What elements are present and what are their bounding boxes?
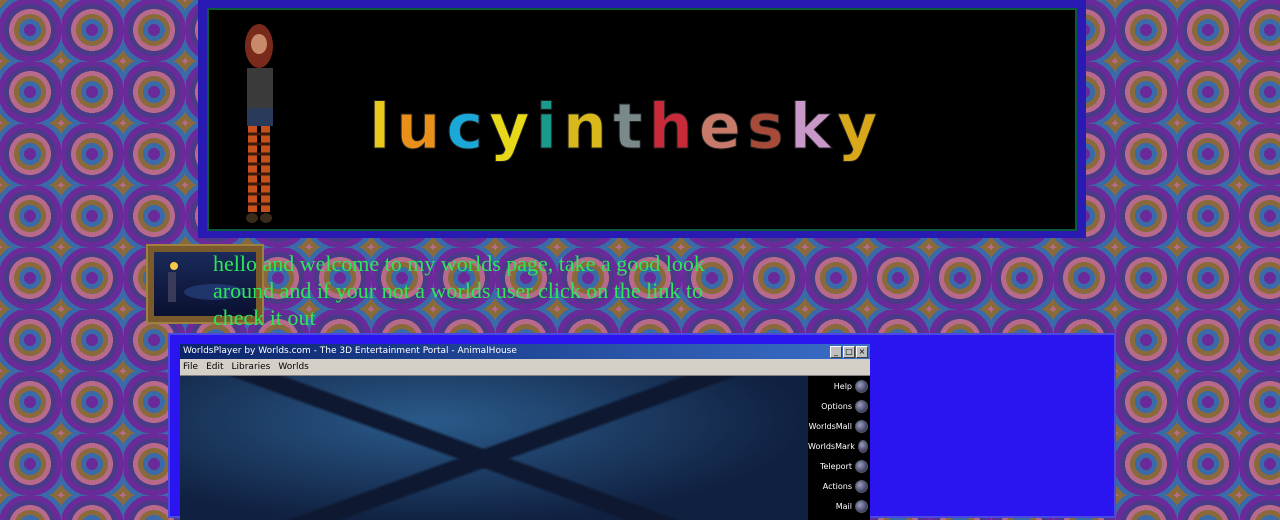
orb-icon xyxy=(855,459,868,473)
side-item-label: Actions xyxy=(822,481,852,491)
minimize-icon: _ xyxy=(830,346,842,358)
side-item-label: WorldsMark xyxy=(808,441,855,451)
side-item-label: WorldsMall xyxy=(808,421,852,431)
side-item-options: Options xyxy=(808,396,870,416)
side-item-teleport: Teleport xyxy=(808,456,870,476)
banner-title: l u c y i n t h e s k y xyxy=(368,88,878,163)
title-letter: h xyxy=(648,90,693,163)
side-item-actions: Actions xyxy=(808,476,870,496)
orb-icon xyxy=(855,419,868,433)
window-title: WorldsPlayer by Worlds.com - The 3D Ente… xyxy=(183,346,517,356)
worlds-player-window: WorldsPlayer by Worlds.com - The 3D Ente… xyxy=(180,344,870,520)
orb-icon xyxy=(855,379,868,393)
title-letter: n xyxy=(562,90,607,163)
side-item-label: Mail xyxy=(835,501,852,511)
maximize-icon: □ xyxy=(843,346,855,358)
title-letter: u xyxy=(396,90,441,163)
side-item-worldsmark: WorldsMark xyxy=(808,436,870,456)
title-letter: e xyxy=(698,90,741,163)
title-letter: s xyxy=(746,90,784,163)
menu-file: File xyxy=(183,362,199,372)
title-letter: k xyxy=(789,90,831,163)
banner-inner: l u c y i n t h e s k y xyxy=(207,8,1077,231)
side-item-mail: Mail xyxy=(808,496,870,516)
title-letter: l xyxy=(368,90,391,163)
menu-edit: Edit xyxy=(206,362,224,372)
window-titlebar: WorldsPlayer by Worlds.com - The 3D Ente… xyxy=(180,344,870,359)
3d-scene-view xyxy=(180,376,808,520)
title-letter: t xyxy=(613,90,644,163)
title-letter: i xyxy=(535,90,557,163)
worlds-screenshot-panel: WorldsPlayer by Worlds.com - The 3D Ente… xyxy=(168,333,1116,520)
menu-libraries: Libraries xyxy=(231,362,271,372)
header-banner: l u c y i n t h e s k y xyxy=(198,0,1086,238)
side-item-label: Help xyxy=(833,381,852,391)
side-item-label: Options xyxy=(821,401,852,411)
window-menubar: File Edit Libraries Worlds xyxy=(180,359,870,376)
orb-icon xyxy=(857,439,868,453)
title-letter: c xyxy=(446,90,484,163)
orb-icon xyxy=(855,499,868,513)
close-icon: × xyxy=(856,346,868,358)
side-item-help: Help xyxy=(808,376,870,396)
worlds-side-menu: Help Options WorldsMall WorldsMark Telep… xyxy=(808,376,870,520)
window-controls: _ □ × xyxy=(830,346,868,358)
orb-icon xyxy=(855,479,868,493)
orb-icon xyxy=(855,399,868,413)
avatar-figure xyxy=(245,24,273,223)
menu-worlds: Worlds xyxy=(278,362,309,372)
side-item-worldsmall: WorldsMall xyxy=(808,416,870,436)
welcome-message: hello and welcome to my worlds page, tak… xyxy=(213,251,705,330)
side-item-label: Teleport xyxy=(820,461,852,471)
title-letter: y xyxy=(489,90,530,163)
window-body: Help Options WorldsMall WorldsMark Telep… xyxy=(180,376,870,520)
title-letter: y xyxy=(836,90,878,163)
